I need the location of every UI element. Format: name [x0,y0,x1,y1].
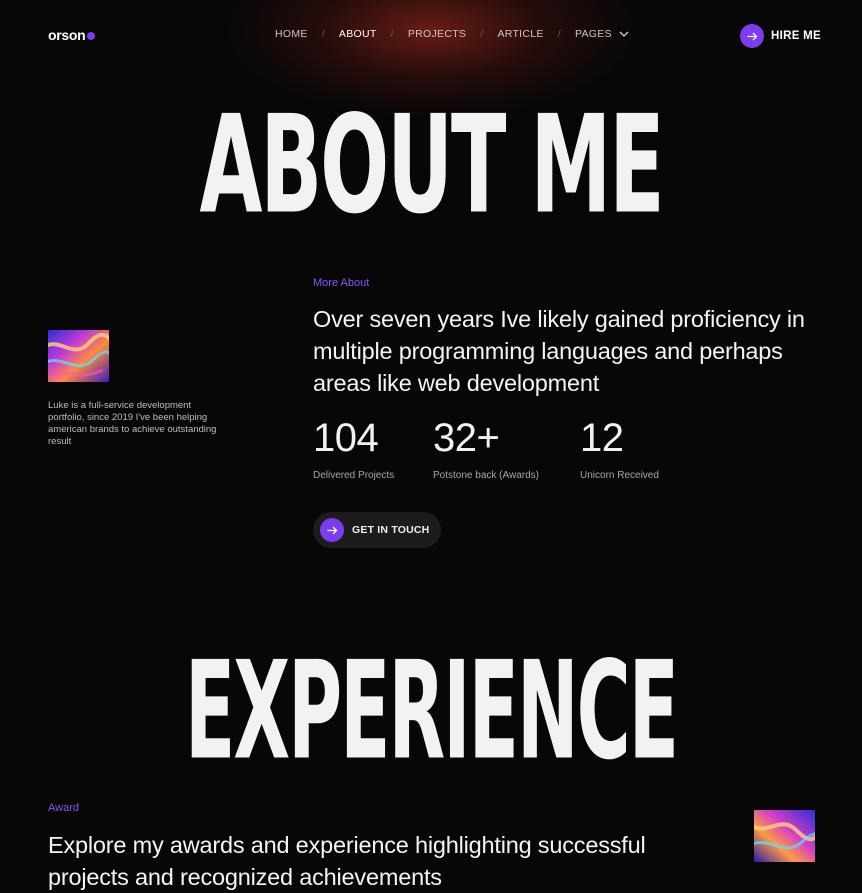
hire-me-icon-circle [740,24,764,48]
stat-unicorn: 12 Unicorn Received [580,416,659,481]
hire-me-label: HIRE ME [771,30,822,42]
logo[interactable]: orson [48,27,96,43]
experience-thumbnail-image [754,810,815,862]
arrow-right-icon [327,526,337,534]
stat-label: Potstone back (Awards) [433,470,539,481]
nav-pages[interactable]: PAGES [575,28,629,40]
stat-delivered-projects: 104 Delivered Projects [313,416,394,481]
stat-value: 32+ [433,416,500,460]
about-side-text: Luke is a full-service development portf… [48,400,217,447]
about-headline: Over seven years Ive likely gained profi… [313,306,805,396]
experience-headline: Explore my awards and experience highlig… [48,832,646,890]
about-thumbnail-image [48,330,109,382]
page-title: ABOUT ME [199,86,664,244]
nav-pages-label: PAGES [574,28,612,40]
nav-separator: / [321,28,325,40]
experience-title: EXPERIENCE [184,632,679,790]
nav-projects[interactable]: PROJECTS [408,28,466,40]
stat-value: 12 [580,416,624,460]
nav-separator: / [390,28,394,40]
get-in-touch-label: GET IN TOUCH [352,524,430,536]
chevron-down-icon [619,31,629,38]
experience-eyebrow: Award [48,802,79,814]
stat-label: Unicorn Received [580,470,659,481]
nav-about[interactable]: ABOUT [339,28,377,40]
nav-separator: / [480,28,484,40]
stat-value: 104 [313,416,379,460]
logo-dot [87,31,96,40]
logo-text: orson [48,27,86,43]
get-in-touch-button[interactable]: GET IN TOUCH [313,512,442,548]
nav-home[interactable]: HOME [275,28,308,40]
stat-label: Delivered Projects [313,470,395,481]
nav-separator: / [557,28,561,40]
hire-me-button[interactable]: HIRE ME [740,24,821,48]
about-eyebrow: More About [313,277,370,289]
get-in-touch-icon-circle [320,518,344,542]
main-nav: HOME / ABOUT / PROJECTS / ARTICLE / PAGE… [275,28,629,40]
stat-awards: 32+ Potstone back (Awards) [433,416,539,481]
arrow-right-icon [747,32,757,40]
nav-article[interactable]: ARTICLE [497,28,543,40]
